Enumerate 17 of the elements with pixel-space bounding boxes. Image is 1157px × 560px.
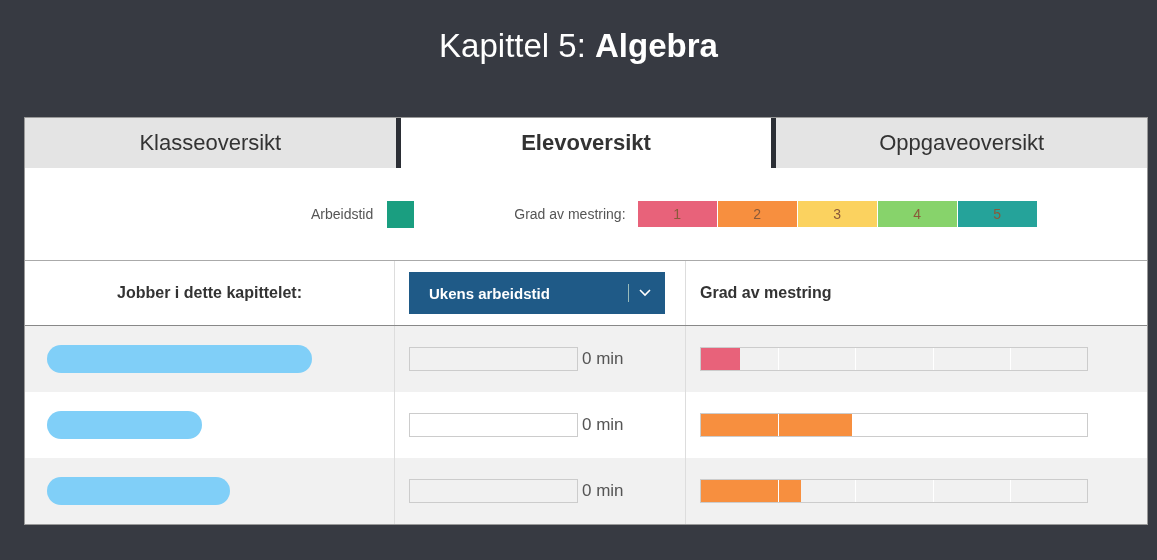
column-header: Grad av mestring: [700, 284, 832, 302]
legend-label: Arbeidstid: [311, 206, 374, 222]
week-time-dropdown[interactable]: Ukens arbeidstid: [409, 272, 665, 314]
time-value: 0 min: [582, 415, 624, 435]
chevron-down-icon: [639, 289, 651, 297]
tab[interactable]: Elevoversikt: [395, 118, 777, 168]
mastery-level-chip: 5: [957, 201, 1037, 227]
time-value: 0 min: [582, 481, 624, 501]
mastery-level-chip: 1: [637, 201, 717, 227]
legend-label: Grad av mestring:: [514, 206, 626, 222]
time-value: 0 min: [582, 349, 624, 369]
mastery-level-chip: 3: [797, 201, 877, 227]
page-title: Kapittel 5: Algebra: [438, 26, 719, 66]
column-header: Jobber i dette kapittelet:: [117, 284, 302, 302]
mastery-level-chip: 2: [717, 201, 797, 227]
legend-swatch: [387, 200, 415, 228]
mastery-level-chip: 4: [877, 201, 957, 227]
